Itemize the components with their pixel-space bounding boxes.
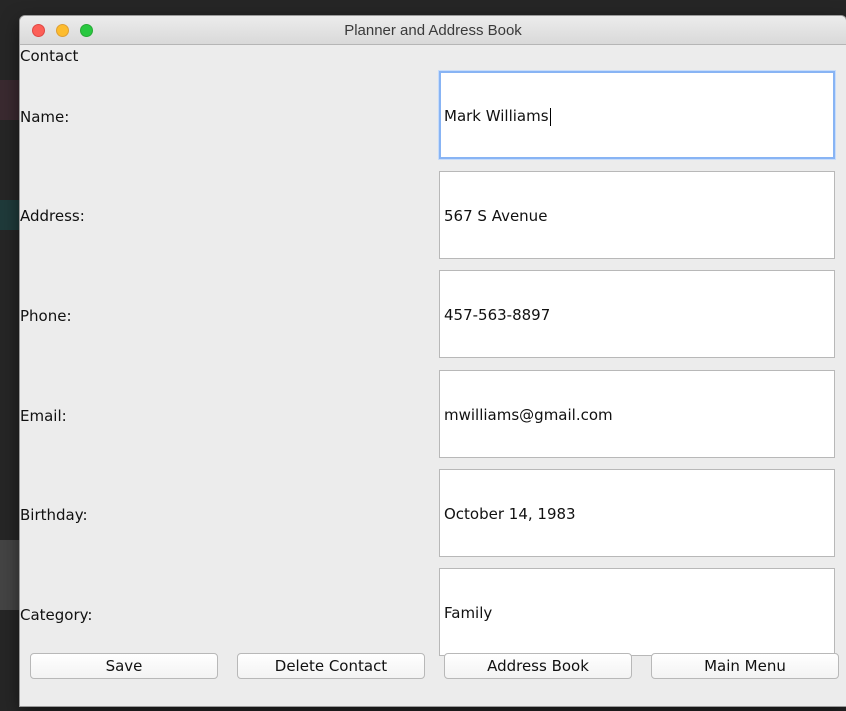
address-label: Address: (20, 207, 85, 225)
section-label-contact: Contact (20, 47, 79, 65)
birthday-field[interactable]: October 14, 1983 (439, 469, 835, 557)
name-field[interactable]: Mark Williams (439, 71, 835, 159)
name-label: Name: (20, 108, 70, 126)
phone-label: Phone: (20, 307, 72, 325)
contact-window: Planner and Address Book Contact Name: M… (20, 16, 846, 706)
address-book-button[interactable]: Address Book (444, 653, 632, 679)
background-window-edge (0, 540, 20, 610)
title-bar[interactable]: Planner and Address Book (20, 16, 846, 45)
name-field-value: Mark Williams (444, 107, 549, 125)
address-field[interactable]: 567 S Avenue (439, 171, 835, 259)
category-label: Category: (20, 606, 93, 624)
save-button[interactable]: Save (30, 653, 218, 679)
phone-field[interactable]: 457-563-8897 (439, 270, 835, 358)
window-title: Planner and Address Book (344, 22, 522, 39)
background-window-edge (0, 200, 20, 230)
main-menu-button[interactable]: Main Menu (651, 653, 839, 679)
email-field[interactable]: mwilliams@gmail.com (439, 370, 835, 458)
text-caret (549, 107, 551, 126)
email-label: Email: (20, 407, 67, 425)
birthday-label: Birthday: (20, 506, 88, 524)
category-field[interactable]: Family (439, 568, 835, 656)
delete-contact-button[interactable]: Delete Contact (237, 653, 425, 679)
background-window-edge (0, 80, 20, 120)
